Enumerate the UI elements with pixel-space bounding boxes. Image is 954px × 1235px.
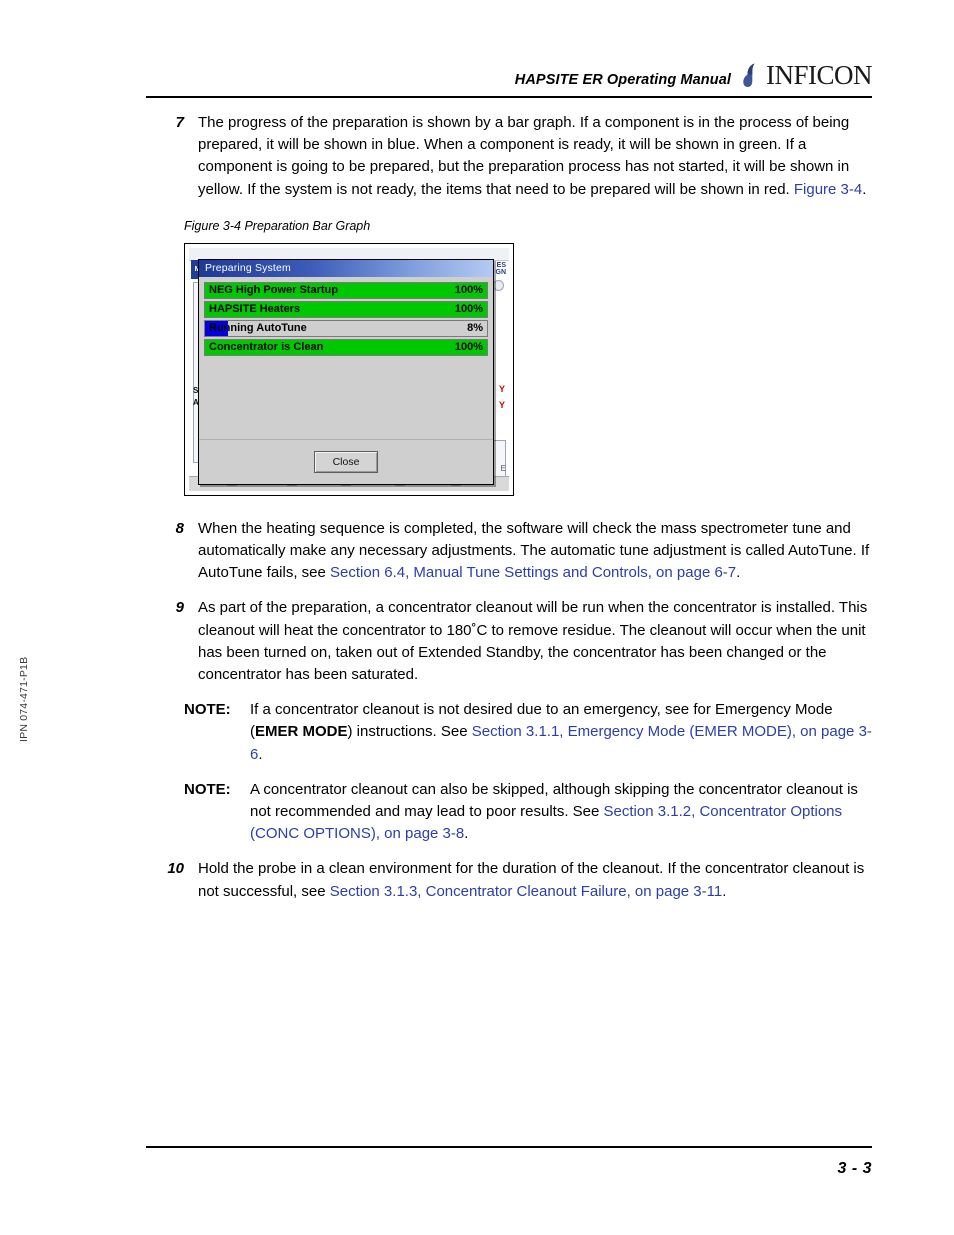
note-2-text: A concentrator cleanout can also be skip… (250, 779, 872, 846)
step-7-text: The progress of the preparation is shown… (198, 112, 872, 201)
step-9-number: 9 (175, 599, 184, 617)
step-7-text-part1: The progress of the preparation is shown… (198, 114, 850, 198)
step-7-number: 7 (175, 114, 184, 131)
step-9: 9 As part of the preparation, a concentr… (146, 597, 872, 686)
document-code-vertical: IPN 074-471-P1B (18, 656, 30, 742)
note-1-text-part2: ) instructions. See (347, 723, 472, 741)
footer-divider (146, 1146, 872, 1148)
figure-3-4-image: M S A ESGN Y Y E (184, 242, 514, 496)
note-2: NOTE: A concentrator cleanout can also b… (184, 779, 872, 846)
note-2-label: NOTE: (184, 780, 231, 798)
note-1-bold-term: EMER MODE (255, 723, 348, 741)
page-header: HAPSITE ER Operating Manual INFICON (146, 46, 873, 108)
step-8-number: 8 (175, 519, 184, 537)
dialog-footer: Close (199, 438, 493, 484)
step-7-figure-link[interactable]: Figure 3-4 (794, 181, 862, 198)
close-button[interactable]: Close (314, 450, 378, 473)
figure-3-4: Figure 3-4 Preparation Bar Graph M S A E… (184, 219, 872, 496)
progress-bar-label: NEG High Power Startup (209, 284, 338, 297)
progress-bar-row: Concentrator is Clean 100% (204, 338, 488, 356)
step-7-text-part2: . (862, 180, 867, 198)
step-10-text: Hold the probe in a clean environment fo… (198, 858, 872, 902)
step-10: 10 Hold the probe in a clean environment… (146, 858, 872, 902)
dialog-body: NEG High Power Startup 100% HAPSITE Heat… (199, 276, 493, 439)
step-8-text: When the heating sequence is completed, … (198, 518, 872, 585)
note-2-text-part2: . (464, 825, 469, 843)
inficon-droplet-logo-icon (743, 63, 765, 89)
progress-bar-percent: 8% (467, 322, 483, 335)
step-8-section-link[interactable]: Section 6.4, Manual Tune Settings and Co… (330, 564, 736, 581)
progress-bar-row: Running AutoTune 8% (204, 319, 488, 337)
dialog-title-bar: Preparing System (199, 259, 493, 277)
inficon-logo: INFICON (743, 60, 873, 90)
progress-bar-percent: 100% (454, 284, 483, 297)
figure-3-4-caption: Figure 3-4 Preparation Bar Graph (184, 218, 371, 233)
progress-bar-row: HAPSITE Heaters 100% (204, 300, 488, 318)
progress-bar-percent: 100% (454, 341, 483, 354)
step-10-section-link[interactable]: Section 3.1.3, Concentrator Cleanout Fai… (330, 883, 722, 900)
progress-bar-label: Running AutoTune (209, 322, 307, 335)
progress-bar-label: HAPSITE Heaters (209, 303, 301, 316)
manual-title: HAPSITE ER Operating Manual (514, 72, 731, 88)
note-1-label: NOTE: (184, 701, 231, 719)
background-right-dial-icon (493, 279, 504, 291)
step-9-text: As part of the preparation, a concentrat… (198, 599, 868, 684)
step-10-text-part2: . (722, 882, 727, 900)
inficon-logo-text: INFICON (765, 60, 873, 90)
step-8-text-part2: . (736, 564, 741, 582)
background-right-flag-2: Y (498, 399, 505, 410)
step-10-number: 10 (167, 860, 184, 878)
background-right-flag-1: Y (498, 383, 505, 394)
dialog-title: Preparing System (205, 262, 291, 275)
progress-bar-row: NEG High Power Startup 100% (204, 281, 488, 299)
background-right-letter: E (500, 463, 506, 473)
step-7: 7 The progress of the preparation is sho… (146, 112, 872, 201)
page-footer: 3 - 3 (146, 1146, 872, 1178)
background-right-chip: ES GN (496, 262, 507, 276)
background-right-chip-line1: ES (496, 261, 506, 269)
preparing-system-dialog: Preparing System NEG High Power Startup … (198, 258, 494, 485)
header-inner: HAPSITE ER Operating Manual INFICON (146, 46, 873, 90)
header-divider (146, 96, 872, 98)
step-8: 8 When the heating sequence is completed… (146, 518, 872, 585)
note-1-text-part3: . (258, 745, 263, 763)
page-number: 3 - 3 (837, 1159, 872, 1177)
note-1: NOTE: If a concentrator cleanout is not … (184, 699, 872, 766)
progress-bar-label: Concentrator is Clean (209, 341, 324, 354)
note-1-text: If a concentrator cleanout is not desire… (250, 699, 872, 766)
page-content: 7 The progress of the preparation is sho… (146, 112, 872, 903)
background-right-chip-line2: GN (495, 268, 507, 276)
progress-bar-percent: 100% (454, 303, 483, 316)
